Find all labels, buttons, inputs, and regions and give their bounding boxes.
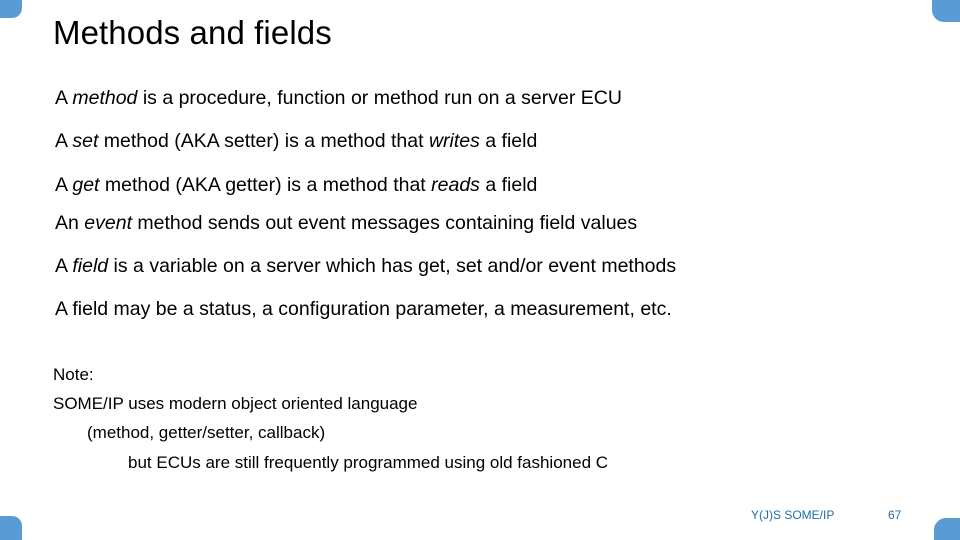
emphasized-term: set <box>72 130 99 153</box>
text-run: method (AKA getter) is a method that <box>99 173 432 196</box>
note-line: (method, getter/setter, callback) <box>87 423 326 443</box>
emphasized-term: get <box>72 173 100 196</box>
emphasized-term: event <box>84 211 132 234</box>
text-run: a field <box>479 173 538 196</box>
corner-decoration-bottom-right <box>934 518 960 540</box>
body-paragraph: A field may be a status, a configuration… <box>55 299 915 319</box>
page-title: Methods and fields <box>53 14 332 51</box>
footer-label: Y(J)S SOME/IP <box>751 508 835 522</box>
emphasized-term: writes <box>428 130 480 153</box>
text-run: is a procedure, function or method run o… <box>137 87 622 109</box>
note-line: SOME/IP uses modern object oriented lang… <box>53 394 418 414</box>
slide: Methods and fields A method is a procedu… <box>0 0 960 540</box>
body-content: A method is a procedure, function or met… <box>55 88 915 343</box>
corner-decoration-top-left <box>0 0 22 18</box>
body-paragraph: A set method (AKA setter) is a method th… <box>55 131 915 151</box>
text-run: method (AKA setter) is a method that <box>98 130 429 153</box>
body-paragraph: A field is a variable on a server which … <box>55 256 915 276</box>
text-run: is a variable on a server which has get,… <box>108 255 677 278</box>
body-paragraph: A method is a procedure, function or met… <box>55 88 915 108</box>
note-line: but ECUs are still frequently programmed… <box>128 452 609 472</box>
emphasized-term: method <box>72 87 138 109</box>
text-run: A <box>55 173 73 196</box>
body-paragraph: An event method sends out event messages… <box>55 213 915 233</box>
note-line: Note: <box>53 365 94 384</box>
text-run: A <box>55 255 73 278</box>
text-run: A <box>55 130 73 153</box>
footer-page-number: 67 <box>888 508 902 522</box>
corner-decoration-top-right <box>932 0 960 22</box>
note-block: Note: SOME/IP uses modern object oriente… <box>53 360 913 477</box>
text-run: a field <box>479 130 538 153</box>
corner-decoration-bottom-left <box>0 516 22 540</box>
emphasized-term: reads <box>431 173 480 196</box>
text-run: method sends out event messages containi… <box>131 211 638 234</box>
emphasized-term: field <box>72 255 109 278</box>
text-run: An <box>55 211 85 234</box>
text-run: A <box>55 87 73 109</box>
body-paragraph: A get method (AKA getter) is a method th… <box>55 173 915 196</box>
text-run: A field may be a status, a configuration… <box>55 298 672 321</box>
